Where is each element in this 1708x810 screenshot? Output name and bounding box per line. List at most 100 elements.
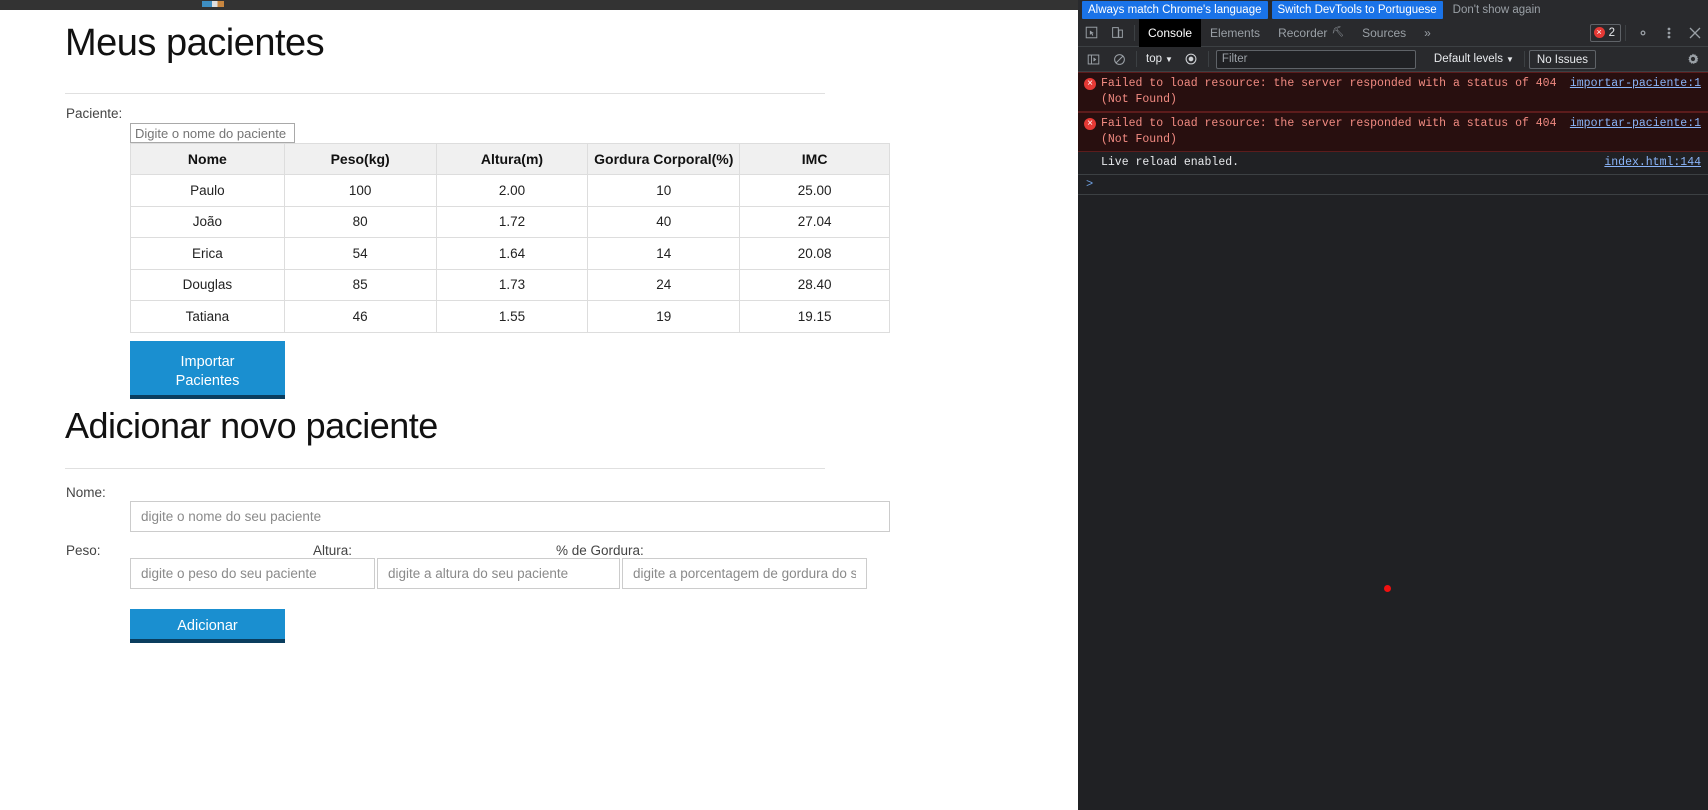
cell-imc: 19.15: [739, 300, 890, 333]
cell-peso: 54: [283, 237, 437, 270]
tab-elements[interactable]: Elements: [1201, 19, 1269, 47]
divider-form: [65, 468, 825, 469]
tab-recorder[interactable]: Recorder ⛏: [1269, 19, 1353, 47]
cell-imc: 28.40: [739, 268, 890, 301]
console-settings-gear-icon[interactable]: [1680, 46, 1706, 72]
peso-field-label: Peso:: [66, 543, 101, 558]
console-sidebar-toggle-icon[interactable]: [1080, 46, 1106, 72]
nome-field-label: Nome:: [66, 485, 106, 500]
device-toolbar-icon[interactable]: [1104, 20, 1130, 46]
error-circle-icon: ×: [1593, 27, 1605, 38]
cell-altura: 1.72: [435, 205, 589, 238]
cell-nome: Tatiana: [130, 300, 285, 333]
javascript-context-select[interactable]: top ▼: [1141, 50, 1178, 69]
log-levels-select[interactable]: Default levels ▼: [1428, 50, 1520, 69]
tab-sources-label: Sources: [1362, 25, 1407, 40]
cell-altura: 2.00: [435, 174, 589, 207]
tab-recorder-label: Recorder: [1278, 25, 1328, 40]
cell-altura: 1.55: [435, 300, 589, 333]
console-toolbar-separator-3: [1523, 51, 1525, 67]
cell-peso: 85: [283, 268, 437, 301]
cell-nome: João: [130, 205, 285, 238]
cell-gordura: 40: [587, 205, 741, 238]
column-header-imc: IMC: [739, 143, 890, 175]
switch-devtools-language-button[interactable]: Switch DevTools to Portuguese: [1271, 0, 1443, 19]
column-header-altura: Altura(m): [435, 143, 589, 175]
devtools-panel: Always match Chrome's language Switch De…: [1078, 0, 1708, 810]
filter-label: Paciente:: [66, 106, 123, 121]
always-match-language-button[interactable]: Always match Chrome's language: [1082, 0, 1268, 19]
console-prompt-row[interactable]: >: [1078, 175, 1708, 195]
console-source-link[interactable]: importar-paciente:1: [1570, 117, 1701, 130]
console-filter-input[interactable]: [1215, 49, 1416, 69]
close-devtools-icon[interactable]: [1682, 20, 1708, 46]
altura-input[interactable]: [377, 558, 620, 589]
live-expression-eye-icon[interactable]: [1178, 46, 1204, 72]
error-circle-icon: ×: [1084, 118, 1096, 130]
divider-top: [65, 93, 825, 94]
inspect-element-icon[interactable]: [1078, 20, 1104, 46]
error-circle-icon: ×: [1084, 78, 1096, 90]
console-error-row[interactable]: × Failed to load resource: the server re…: [1078, 72, 1708, 112]
patient-filter-input[interactable]: [130, 123, 295, 143]
console-source-link[interactable]: importar-paciente:1: [1570, 77, 1701, 90]
cell-gordura: 24: [587, 268, 741, 301]
error-count-badge[interactable]: × 2: [1589, 23, 1621, 42]
page-title-patients: Meus pacientes: [65, 22, 325, 64]
nome-input[interactable]: [130, 501, 890, 532]
console-error-message: Failed to load resource: the server resp…: [1101, 77, 1557, 106]
console-info-message: Live reload enabled.: [1101, 156, 1240, 169]
console-prompt-caret: >: [1086, 177, 1094, 191]
devtools-tab-strip: Console Elements Recorder ⛏ Sources » × …: [1078, 18, 1708, 47]
console-toolbar: top ▼ Default levels ▼ No Issues: [1078, 47, 1708, 72]
experiment-flask-icon: ⛏: [1331, 27, 1345, 38]
page-title-add-patient: Adicionar novo paciente: [65, 405, 438, 446]
altura-field-label: Altura:: [313, 543, 353, 558]
import-button-label-line2: Pacientes: [175, 373, 240, 389]
red-cursor-dot: [1384, 585, 1391, 592]
tab-console[interactable]: Console: [1139, 18, 1202, 47]
console-info-row[interactable]: Live reload enabled. index.html:144: [1078, 152, 1708, 175]
dont-show-again-button[interactable]: Don't show again: [1447, 1, 1547, 19]
toolbar-separator-2: [1625, 24, 1626, 41]
gordura-input[interactable]: [622, 558, 867, 589]
console-source-link[interactable]: index.html:144: [1604, 156, 1701, 169]
toolbar-separator: [1134, 24, 1135, 41]
console-log-area[interactable]: × Failed to load resource: the server re…: [1078, 72, 1708, 810]
more-tabs-icon[interactable]: »: [1415, 19, 1440, 47]
issues-button[interactable]: No Issues: [1528, 49, 1597, 69]
table-row: Douglas 85 1.73 24 28.40: [130, 268, 890, 301]
cell-gordura: 19: [587, 300, 741, 333]
cell-peso: 80: [283, 205, 437, 238]
add-patient-button[interactable]: Adicionar: [130, 609, 285, 643]
cell-nome: Paulo: [130, 174, 285, 207]
column-header-nome: Nome: [130, 143, 285, 175]
tab-elements-label: Elements: [1210, 25, 1261, 40]
gordura-field-label: % de Gordura:: [556, 543, 644, 558]
javascript-context-label: top: [1146, 53, 1162, 65]
cell-imc: 20.08: [739, 237, 890, 270]
settings-gear-icon[interactable]: [1630, 20, 1656, 46]
table-header-row: Nome Peso(kg) Altura(m) Gordura Corporal…: [130, 143, 890, 175]
table-row: Paulo 100 2.00 10 25.00: [130, 174, 890, 207]
import-button-label-line1: Importar: [180, 354, 235, 370]
screen: Meus pacientes Paciente: Nome Peso(kg) A…: [0, 0, 1708, 810]
log-levels-label: Default levels: [1433, 53, 1503, 65]
peso-input[interactable]: [130, 558, 375, 589]
chevron-down-icon: ▼: [1505, 54, 1514, 64]
cell-peso: 100: [283, 174, 437, 207]
cell-imc: 25.00: [739, 174, 890, 207]
cell-nome: Douglas: [130, 268, 285, 301]
clear-console-icon[interactable]: [1106, 46, 1132, 72]
cell-gordura: 14: [587, 237, 741, 270]
cell-nome: Erica: [130, 237, 285, 270]
more-options-kebab-icon[interactable]: [1656, 20, 1682, 46]
language-banner: Always match Chrome's language Switch De…: [1078, 0, 1708, 19]
cell-altura: 1.73: [435, 268, 589, 301]
column-header-peso: Peso(kg): [283, 143, 437, 175]
cell-peso: 46: [283, 300, 437, 333]
patients-table: Nome Peso(kg) Altura(m) Gordura Corporal…: [130, 143, 890, 333]
tab-sources[interactable]: Sources: [1353, 19, 1415, 47]
import-patients-button[interactable]: Importar Pacientes: [130, 341, 285, 399]
console-error-row[interactable]: × Failed to load resource: the server re…: [1078, 112, 1708, 152]
